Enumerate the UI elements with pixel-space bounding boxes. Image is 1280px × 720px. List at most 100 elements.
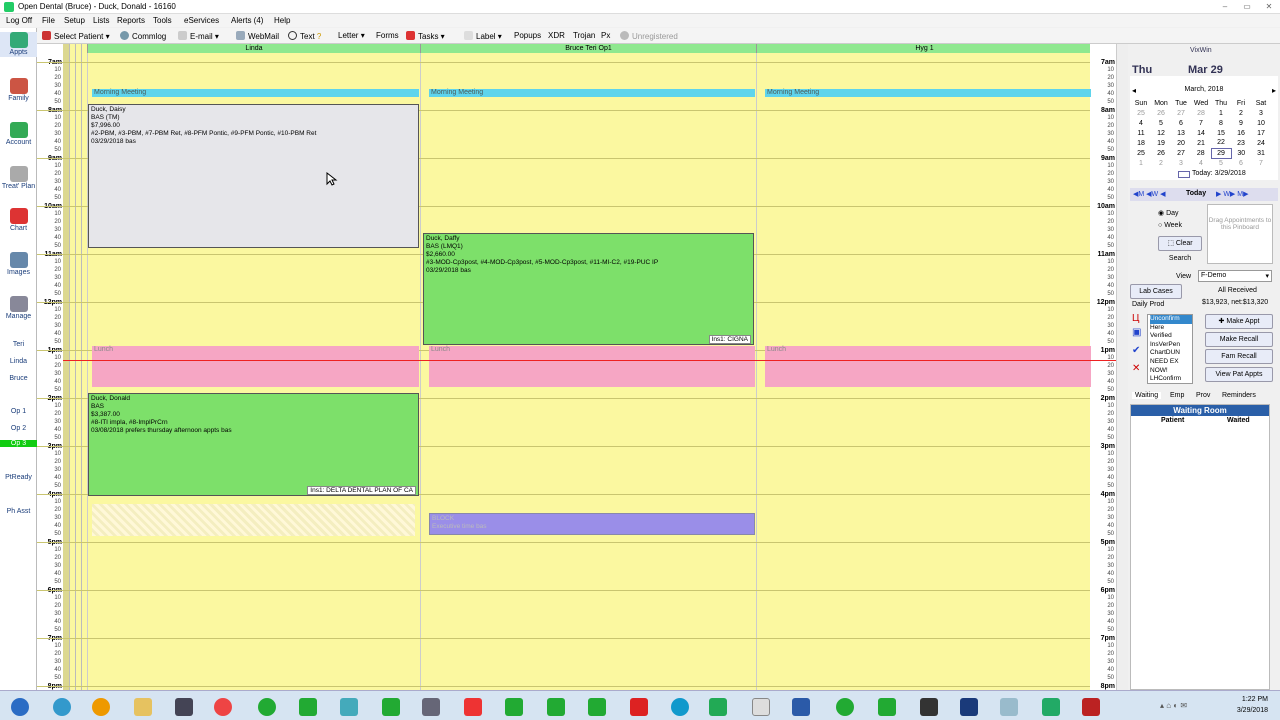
- webmail-button[interactable]: WebMail: [236, 31, 279, 41]
- mini-calendar[interactable]: ◂ March, 2018 ▸ Sun Mon Tue Wed Thu Fri Sat 25…: [1130, 76, 1278, 180]
- app-icon[interactable]: [175, 698, 193, 716]
- nav-chart[interactable]: Chart: [0, 208, 37, 233]
- vixwin-label[interactable]: VixWin: [1190, 47, 1212, 54]
- close-button[interactable]: ✕: [1262, 2, 1276, 11]
- lab-cases-button[interactable]: Lab Cases: [1130, 284, 1182, 299]
- nav-treat-plan[interactable]: Treat' Plan: [0, 166, 37, 191]
- tab-emp[interactable]: Emp: [1170, 392, 1184, 399]
- app-icon[interactable]: [422, 698, 440, 716]
- tab-prov[interactable]: Prov: [1196, 392, 1210, 399]
- ie-icon[interactable]: [53, 698, 71, 716]
- op-3[interactable]: Op 3: [0, 440, 37, 447]
- next-month-icon[interactable]: ▸: [1272, 86, 1276, 95]
- menu-eservices[interactable]: eServices: [184, 16, 219, 25]
- op-ptready[interactable]: PtReady: [0, 474, 37, 481]
- start-button-icon[interactable]: [11, 698, 29, 716]
- menu-reports[interactable]: Reports: [117, 16, 145, 25]
- today-button[interactable]: Today: [1186, 190, 1206, 197]
- day-radio[interactable]: ◉ Day: [1158, 209, 1179, 217]
- media-player-icon[interactable]: [92, 698, 110, 716]
- op-1[interactable]: Op 1: [0, 408, 37, 415]
- confirm-status-list[interactable]: Unconfirm Here Verified InsVerPen ChartDUN NE…: [1147, 314, 1193, 384]
- nav-manage[interactable]: Manage: [0, 296, 37, 321]
- week-radio[interactable]: ○ Week: [1158, 222, 1182, 229]
- menu-log-off[interactable]: Log Off: [6, 16, 32, 25]
- tab-waiting[interactable]: Waiting: [1132, 392, 1162, 399]
- clock-date[interactable]: 3/29/2018: [1224, 707, 1268, 714]
- app-icon[interactable]: [1042, 698, 1060, 716]
- tray-icons[interactable]: ▴ ⌂ ◐ ✉: [1160, 701, 1187, 710]
- provider-linda[interactable]: Linda: [0, 358, 37, 365]
- x-icon[interactable]: ✕: [1132, 363, 1144, 377]
- executive-time-block[interactable]: BLOCK Executive time bas: [429, 513, 755, 535]
- lunch-block[interactable]: Lunch: [765, 346, 1091, 387]
- select-patient-button[interactable]: Select Patient ▾: [42, 31, 110, 41]
- waiting-room-panel[interactable]: Waiting Room Patient Waited: [1130, 404, 1270, 690]
- app-icon[interactable]: [340, 698, 358, 716]
- quickbooks-icon[interactable]: [588, 698, 606, 716]
- skype-icon[interactable]: [671, 698, 689, 716]
- nav-appts[interactable]: Appts: [0, 32, 37, 57]
- app-icon[interactable]: [464, 698, 482, 716]
- app-icon[interactable]: [709, 698, 727, 716]
- menu-file[interactable]: File: [42, 16, 55, 25]
- xdr-button[interactable]: XDR: [548, 31, 565, 40]
- maximize-button[interactable]: ▭: [1240, 2, 1254, 11]
- quickbooks-icon[interactable]: [382, 698, 400, 716]
- morning-meeting-block[interactable]: Morning Meeting: [92, 89, 419, 97]
- check-icon[interactable]: ✔: [1132, 345, 1144, 363]
- calculator-icon[interactable]: ▣: [1132, 327, 1144, 345]
- px-button[interactable]: Px: [601, 31, 610, 40]
- fam-recall-button[interactable]: Fam Recall: [1205, 349, 1273, 364]
- column-header-hyg1[interactable]: Hyg 1: [756, 44, 1092, 53]
- minimize-button[interactable]: –: [1218, 2, 1232, 11]
- unregistered-button[interactable]: Unregistered: [620, 31, 678, 41]
- text-button[interactable]: Text ?: [288, 31, 321, 41]
- menu-lists[interactable]: Lists: [93, 16, 109, 25]
- appointment-duck-daffy[interactable]: Duck, Daffy BAS (LMQ1) $2,660.00 #3-MOD-…: [423, 233, 754, 345]
- view-select[interactable]: F-Demo ▾: [1198, 270, 1272, 282]
- app-icon[interactable]: [960, 698, 978, 716]
- trojan-button[interactable]: Trojan: [573, 31, 595, 40]
- op-2[interactable]: Op 2: [0, 425, 37, 432]
- file-explorer-icon[interactable]: [134, 698, 152, 716]
- make-appt-button[interactable]: ✚ Make Appt: [1205, 314, 1273, 329]
- menu-tools[interactable]: Tools: [153, 16, 172, 25]
- app-icon[interactable]: [1000, 698, 1018, 716]
- tasks-button[interactable]: Tasks ▾: [406, 31, 445, 41]
- quickbooks-icon[interactable]: [258, 698, 276, 716]
- morning-meeting-block[interactable]: Morning Meeting: [429, 89, 755, 97]
- search-button[interactable]: Search: [1158, 252, 1202, 265]
- quickbooks-icon[interactable]: [547, 698, 565, 716]
- nav-account[interactable]: Account: [0, 122, 37, 147]
- menu-setup[interactable]: Setup: [64, 16, 85, 25]
- label-button[interactable]: Label ▾: [464, 31, 502, 41]
- quickbooks-icon[interactable]: [505, 698, 523, 716]
- morning-meeting-block[interactable]: Morning Meeting: [765, 89, 1091, 97]
- appointment-grid[interactable]: 7am10203040508am10203040509am10203040501…: [37, 44, 1116, 690]
- today-label[interactable]: Today: 3/29/2018: [1192, 170, 1246, 177]
- prev-month-button[interactable]: ◀M ◀W ◀: [1133, 190, 1165, 198]
- commlog-button[interactable]: Commlog: [120, 31, 166, 41]
- quickbooks-icon[interactable]: [299, 698, 317, 716]
- nav-family[interactable]: Family: [0, 78, 37, 103]
- k-app-icon[interactable]: [630, 698, 648, 716]
- word-icon[interactable]: [792, 698, 810, 716]
- popups-button[interactable]: Popups: [514, 31, 541, 40]
- column-header-bruce[interactable]: Bruce Teri Op1: [420, 44, 756, 53]
- view-pat-appts-button[interactable]: View Pat Appts: [1205, 367, 1273, 382]
- clock-time[interactable]: 1:22 PM: [1228, 696, 1268, 703]
- unconfirm-icon[interactable]: Ц: [1132, 313, 1144, 327]
- menu-help[interactable]: Help: [274, 16, 290, 25]
- appointment-duck-daisy[interactable]: Duck, Daisy BAS (TM) $7,996.00 #2-PBM, #…: [88, 104, 419, 248]
- menu-alerts[interactable]: Alerts (4): [231, 16, 263, 25]
- app-icon[interactable]: [920, 698, 938, 716]
- provider-teri[interactable]: Teri: [0, 341, 37, 348]
- quickbooks-icon[interactable]: [836, 698, 854, 716]
- app-icon[interactable]: [878, 698, 896, 716]
- column-header-linda[interactable]: Linda: [87, 44, 420, 53]
- op-ph-asst[interactable]: Ph Asst: [0, 508, 37, 515]
- nav-images[interactable]: Images: [0, 252, 37, 277]
- appointment-duck-donald[interactable]: Duck, Donald BAS $3,387.00 #8-ITI impla,…: [88, 393, 419, 496]
- schedule-scrollbar[interactable]: [1116, 44, 1128, 690]
